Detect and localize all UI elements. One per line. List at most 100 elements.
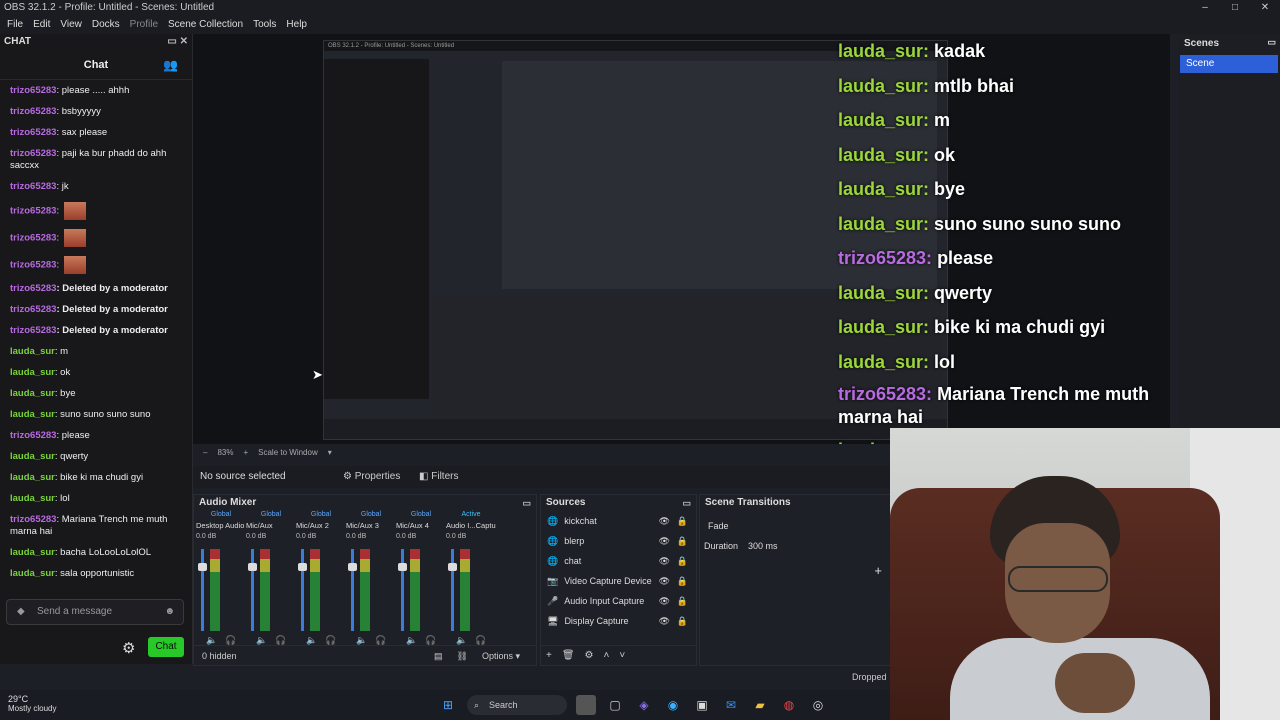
source-item[interactable]: 📷 Video Capture Device 👁 🔒: [541, 571, 696, 591]
fader-handle[interactable]: [248, 563, 257, 571]
fader-handle[interactable]: [448, 563, 457, 571]
transition-select[interactable]: Fade: [704, 517, 886, 535]
duration-input[interactable]: 300 ms: [748, 541, 778, 551]
taskbar-search[interactable]: ⌕ Search: [467, 695, 567, 715]
teams-icon[interactable]: ◈: [634, 695, 654, 715]
users-icon[interactable]: 👥: [163, 50, 178, 80]
gear-icon[interactable]: ⚙: [585, 646, 594, 665]
chat-username[interactable]: lauda_sur: [10, 472, 55, 483]
minimize-button[interactable]: –: [1190, 0, 1220, 16]
chat-username[interactable]: trizo65283: [10, 430, 56, 441]
dock-menu-icon[interactable]: ▭: [682, 495, 691, 511]
source-item[interactable]: 🌐 blerp 👁 🔒: [541, 531, 696, 551]
chat-username[interactable]: lauda_sur: [10, 346, 55, 357]
menu-profile[interactable]: Profile: [125, 16, 163, 34]
chat-username[interactable]: trizo65283: [10, 181, 56, 192]
chat-username[interactable]: trizo65283: [10, 106, 56, 117]
menu-tools[interactable]: Tools: [248, 16, 281, 34]
chat-username[interactable]: trizo65283: [10, 304, 56, 315]
chevron-down-icon[interactable]: ▾: [328, 446, 332, 460]
channel-name[interactable]: Mic/Aux 2: [296, 521, 346, 533]
chat-username[interactable]: trizo65283: [10, 260, 56, 271]
channel-name[interactable]: Audio I...Capture: [446, 521, 496, 533]
menu-help[interactable]: Help: [281, 16, 312, 34]
link-icon[interactable]: ⛓: [457, 646, 468, 666]
maximize-button[interactable]: □: [1220, 0, 1250, 16]
filters-button[interactable]: ◧ Filters: [419, 466, 458, 488]
chat-username[interactable]: trizo65283: [10, 514, 56, 525]
chat-username[interactable]: trizo65283: [10, 148, 56, 159]
volume-fader[interactable]: [401, 549, 404, 631]
preview-canvas[interactable]: OBS 32.1.2 - Profile: Untitled - Scenes:…: [193, 34, 1170, 444]
zoom-in-icon[interactable]: +: [243, 446, 248, 460]
channel-name[interactable]: Mic/Aux 3: [346, 521, 396, 533]
lock-icon[interactable]: 🔒: [677, 591, 688, 611]
windows-start-icon[interactable]: ⊞: [438, 695, 458, 715]
source-item[interactable]: 🎤 Audio Input Capture 👁 🔒: [541, 591, 696, 611]
chat-username[interactable]: lauda_sur: [10, 409, 55, 420]
hidden-count[interactable]: 0 hidden: [202, 651, 237, 661]
fader-handle[interactable]: [398, 563, 407, 571]
menu-edit[interactable]: Edit: [28, 16, 55, 34]
volume-fader[interactable]: [251, 549, 254, 631]
channel-name[interactable]: Mic/Aux 4: [396, 521, 446, 533]
chat-message-list[interactable]: trizo65283: please ..... ahhh trizo65283:…: [0, 81, 190, 596]
volume-fader[interactable]: [301, 549, 304, 631]
obs-icon[interactable]: ◎: [808, 695, 828, 715]
menu-file[interactable]: File: [2, 16, 28, 34]
chat-username[interactable]: trizo65283: [10, 233, 56, 244]
menu-scene-collection[interactable]: Scene Collection: [163, 16, 248, 34]
chat-send-button[interactable]: Chat: [148, 637, 184, 657]
scale-mode[interactable]: Scale to Window: [258, 446, 318, 460]
task-view-icon[interactable]: ▢: [605, 695, 625, 715]
edge-icon[interactable]: ◉: [663, 695, 683, 715]
arrow-down-icon[interactable]: ˅: [619, 646, 625, 665]
chat-username[interactable]: lauda_sur: [10, 568, 55, 579]
dock-controls[interactable]: ▭ ✕: [167, 34, 188, 50]
lock-icon[interactable]: 🔒: [677, 511, 688, 531]
folder-icon[interactable]: ▰: [750, 695, 770, 715]
bits-icon[interactable]: ◆: [17, 600, 25, 624]
gear-icon[interactable]: ⚙: [122, 639, 135, 657]
fader-handle[interactable]: [348, 563, 357, 571]
lock-icon[interactable]: 🔒: [677, 611, 688, 631]
chat-username[interactable]: lauda_sur: [10, 493, 55, 504]
mail-icon[interactable]: ✉: [721, 695, 741, 715]
widgets-icon[interactable]: [576, 695, 596, 715]
lock-icon[interactable]: 🔒: [677, 551, 688, 571]
emote-icon[interactable]: ☻: [164, 600, 175, 624]
store-icon[interactable]: ▣: [692, 695, 712, 715]
source-item[interactable]: 🌐 chat 👁 🔒: [541, 551, 696, 571]
lock-icon[interactable]: 🔒: [677, 531, 688, 551]
trash-icon[interactable]: 🗑: [562, 646, 575, 665]
eye-icon[interactable]: 👁: [659, 571, 670, 591]
add-icon[interactable]: +: [874, 563, 882, 578]
options-button[interactable]: Options ▾: [482, 646, 520, 666]
chat-username[interactable]: lauda_sur: [10, 367, 55, 378]
close-button[interactable]: ✕: [1250, 0, 1280, 16]
source-item[interactable]: 🌐 kickchat 👁 🔒: [541, 511, 696, 531]
eye-icon[interactable]: 👁: [659, 551, 670, 571]
chrome-icon[interactable]: ◍: [779, 695, 799, 715]
fader-handle[interactable]: [298, 563, 307, 571]
chat-input[interactable]: ◆ Send a message ☻: [6, 599, 184, 625]
chat-username[interactable]: lauda_sur: [10, 547, 55, 558]
weather-widget[interactable]: 29°C Mostly cloudy: [8, 694, 56, 714]
menu-view[interactable]: View: [55, 16, 87, 34]
dock-menu-icon[interactable]: ▭: [1267, 37, 1276, 48]
lock-icon[interactable]: 🔒: [677, 571, 688, 591]
chat-username[interactable]: lauda_sur: [10, 388, 55, 399]
arrow-up-icon[interactable]: ˄: [604, 646, 610, 665]
source-item[interactable]: 🖥 Display Capture 👁 🔒: [541, 611, 696, 631]
chat-username[interactable]: trizo65283: [10, 325, 56, 336]
chat-username[interactable]: lauda_sur: [10, 451, 55, 462]
chat-username[interactable]: trizo65283: [10, 127, 56, 138]
chat-username[interactable]: trizo65283: [10, 206, 56, 217]
scene-item[interactable]: Scene: [1180, 55, 1278, 73]
fader-handle[interactable]: [198, 563, 207, 571]
channel-name[interactable]: Mic/Aux: [246, 521, 296, 533]
layout-icon[interactable]: ▤: [434, 646, 443, 666]
chat-username[interactable]: trizo65283: [10, 283, 56, 294]
eye-icon[interactable]: 👁: [659, 611, 670, 631]
eye-icon[interactable]: 👁: [659, 531, 670, 551]
